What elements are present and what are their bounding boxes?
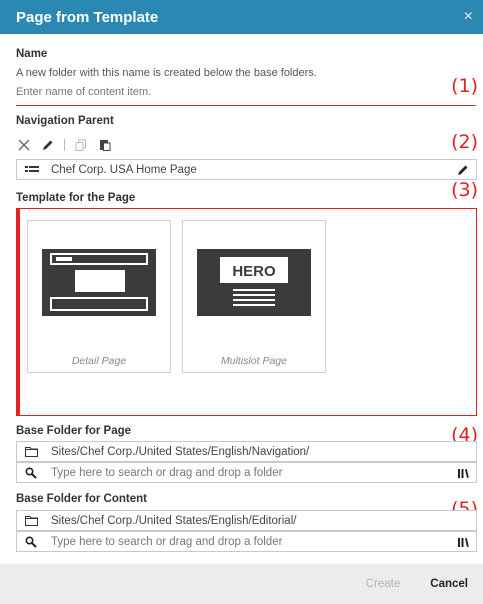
template-card-detail-page[interactable]: Detail Page [27,220,171,373]
remove-icon[interactable] [16,137,32,153]
navigation-parent-toolbar [16,136,113,154]
base-folder-page-search[interactable]: Type here to search or drag and drop a f… [16,462,477,483]
detail-page-thumbnail [42,249,156,316]
toolbar-divider [64,139,65,151]
base-folder-content-label: Base Folder for Content [16,493,147,505]
base-folder-content-search-placeholder: Type here to search or drag and drop a f… [51,535,283,548]
base-folder-page-path[interactable]: Sites/Chef Corp./United States/English/N… [16,441,477,462]
template-caption-detail: Detail Page [71,355,127,367]
dialog-title: Page from Template [16,8,159,26]
library-icon[interactable] [456,536,470,547]
cancel-button[interactable]: Cancel [430,578,468,590]
pencil-icon[interactable] [456,164,470,176]
copy-icon[interactable] [73,137,89,153]
navigation-parent-value: Chef Corp. USA Home Page [51,163,197,176]
library-icon[interactable] [456,467,470,478]
base-folder-page-label: Base Folder for Page [16,425,132,437]
name-input-placeholder: Enter name of content item. [16,86,152,98]
dialog-titlebar: Page from Template × [0,0,483,34]
base-folder-page-path-text: Sites/Chef Corp./United States/English/N… [51,445,310,458]
folder-icon [25,446,41,457]
folder-icon [25,515,41,526]
base-folder-content-path-text: Sites/Chef Corp./United States/English/E… [51,514,297,527]
dialog-footer: Create Cancel [0,564,483,604]
page-list-icon [25,165,41,175]
navigation-parent-field[interactable]: Chef Corp. USA Home Page [16,159,477,180]
base-folder-content-search[interactable]: Type here to search or drag and drop a f… [16,531,477,552]
navigation-parent-label: Navigation Parent [16,115,114,127]
template-picker: Detail Page HERO Multislot Page [16,208,477,416]
name-label: Name [16,48,48,60]
base-folder-page-search-placeholder: Type here to search or drag and drop a f… [51,466,283,479]
create-button[interactable]: Create [366,578,401,590]
base-folder-content-path[interactable]: Sites/Chef Corp./United States/English/E… [16,510,477,531]
annotation-3: (3) [451,179,478,201]
close-icon[interactable]: × [464,8,473,26]
edit-icon[interactable] [40,137,56,153]
annotation-1: (1) [451,75,478,97]
hero-thumbnail: HERO [197,249,311,316]
name-input[interactable]: Enter name of content item. [16,86,476,106]
name-description: A new folder with this name is created b… [16,67,317,79]
template-card-multislot-page[interactable]: HERO Multislot Page [182,220,326,373]
annotation-2: (2) [451,131,478,153]
paste-icon[interactable] [97,137,113,153]
search-icon [25,466,41,479]
template-label: Template for the Page [16,192,136,204]
search-icon [25,535,41,548]
template-caption-multislot: Multislot Page [221,355,287,367]
hero-thumb-text: HERO [232,263,276,280]
